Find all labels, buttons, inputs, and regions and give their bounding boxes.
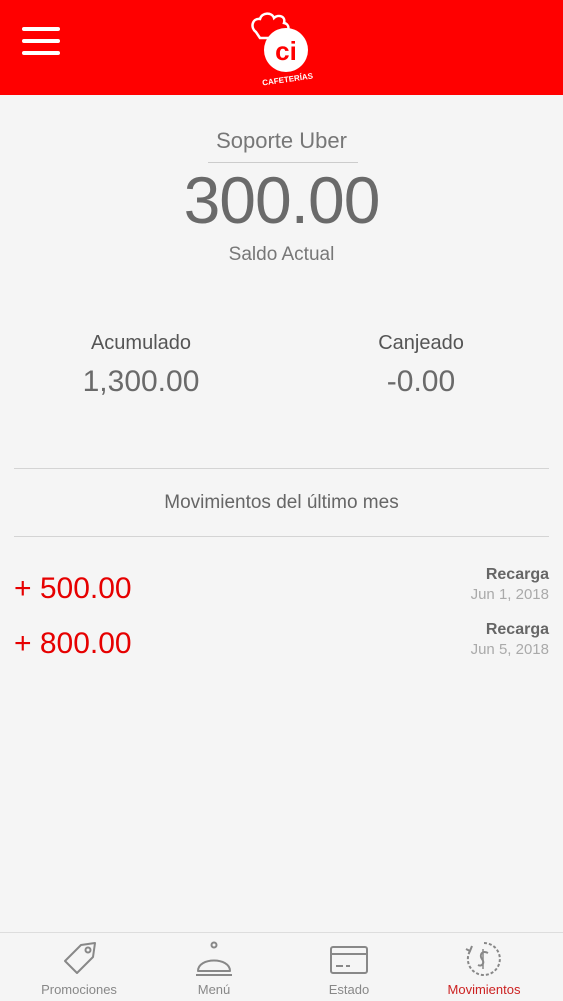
logo-text: ci <box>275 36 297 66</box>
cloche-icon <box>196 941 232 976</box>
movement-amount: + 500.00 <box>14 572 132 605</box>
movement-row[interactable]: + 800.00 Recarga Jun 5, 2018 <box>0 621 563 671</box>
tab-promociones[interactable]: Promociones <box>9 933 149 1001</box>
redeemed-label: Canjeado <box>378 332 464 354</box>
history-icon <box>465 942 501 976</box>
tab-menu[interactable]: Menú <box>144 933 284 1001</box>
current-balance: 300.00 <box>183 163 381 237</box>
menu-icon[interactable] <box>22 27 60 55</box>
divider <box>14 536 549 537</box>
movement-date: Jun 1, 2018 <box>470 586 549 603</box>
card-icon <box>330 946 368 974</box>
logo-subtext: CAFETERÍAS <box>262 71 315 86</box>
cafeterias-logo: ci CAFETERÍAS <box>251 12 315 86</box>
divider <box>14 468 549 469</box>
redeemed-value: -0.00 <box>386 365 456 398</box>
tab-movimientos[interactable]: Movimientos <box>414 933 554 1001</box>
accumulated-value: 1,300.00 <box>82 365 200 398</box>
tag-icon <box>64 942 96 974</box>
accumulated-stat: Acumulado 1,300.00 <box>16 332 266 399</box>
redeemed-stat: Canjeado -0.00 <box>296 332 546 399</box>
tab-estado[interactable]: Estado <box>279 933 419 1001</box>
movement-amount: + 800.00 <box>14 627 132 660</box>
app-header: ci CAFETERÍAS <box>0 0 563 95</box>
bottom-tab-bar: Promociones Menú Estado Movimientos <box>0 932 563 1001</box>
movement-type: Recarga <box>485 621 549 638</box>
current-balance-label: Saldo Actual <box>228 244 335 265</box>
movement-row[interactable]: + 500.00 Recarga Jun 1, 2018 <box>0 566 563 616</box>
movement-type: Recarga <box>485 566 549 583</box>
tab-label: Promociones <box>41 982 117 997</box>
accumulated-label: Acumulado <box>90 332 192 354</box>
tab-label: Estado <box>328 982 370 997</box>
account-name: Soporte Uber <box>216 128 347 153</box>
movement-date: Jun 5, 2018 <box>470 641 549 658</box>
tab-label: Menú <box>197 982 231 997</box>
tab-label: Movimientos <box>447 982 521 997</box>
movements-title: Movimientos del último mes <box>164 492 399 513</box>
